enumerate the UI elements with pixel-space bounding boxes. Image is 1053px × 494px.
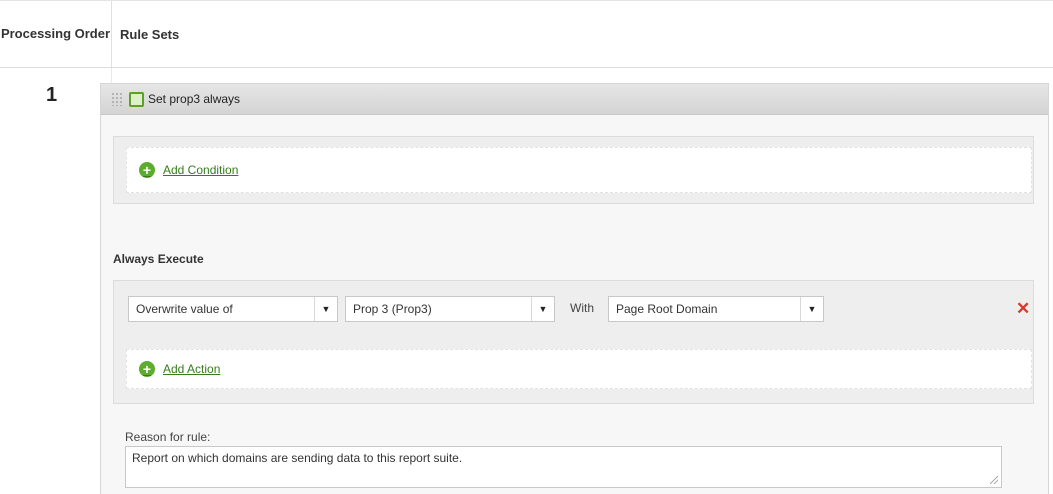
chevron-down-icon: ▼ bbox=[800, 297, 823, 321]
chevron-down-icon: ▼ bbox=[531, 297, 554, 321]
processing-order-header: Processing Order bbox=[0, 1, 112, 67]
operation-select[interactable]: Overwrite value of ▼ bbox=[128, 296, 338, 322]
always-execute-label: Always Execute bbox=[113, 252, 204, 266]
ruleset-title[interactable]: Set prop3 always bbox=[148, 92, 240, 106]
reason-textarea[interactable]: Report on which domains are sending data… bbox=[125, 446, 1002, 488]
processing-order-number: 1 bbox=[46, 84, 58, 106]
actions-area: + Add Action bbox=[126, 349, 1032, 389]
add-action-button[interactable]: + Add Action bbox=[139, 361, 220, 377]
actions-panel: Overwrite value of ▼ Prop 3 (Prop3) ▼ Wi… bbox=[113, 280, 1034, 404]
add-action-label: Add Action bbox=[163, 362, 221, 376]
plus-circle-icon: + bbox=[139, 162, 155, 178]
resize-handle-icon[interactable] bbox=[990, 476, 998, 484]
drag-grip-icon[interactable] bbox=[111, 92, 123, 106]
add-condition-button[interactable]: + Add Condition bbox=[139, 162, 238, 178]
value-select[interactable]: Page Root Domain ▼ bbox=[608, 296, 824, 322]
conditions-area: + Add Condition bbox=[126, 147, 1032, 193]
reason-label: Reason for rule: bbox=[125, 430, 211, 444]
checkbox-icon[interactable] bbox=[129, 92, 144, 107]
with-label: With bbox=[570, 301, 594, 315]
reason-text: Report on which domains are sending data… bbox=[132, 451, 463, 465]
rule-sets-header: Rule Sets bbox=[120, 26, 180, 42]
chevron-down-icon: ▼ bbox=[314, 297, 337, 321]
target-variable-select[interactable]: Prop 3 (Prop3) ▼ bbox=[345, 296, 555, 322]
close-x-icon[interactable]: ✕ bbox=[1016, 299, 1030, 319]
table-header: Processing Order Rule Sets bbox=[0, 0, 1053, 68]
add-condition-label: Add Condition bbox=[163, 163, 239, 177]
conditions-panel: + Add Condition bbox=[113, 136, 1034, 204]
plus-circle-icon: + bbox=[139, 361, 155, 377]
ruleset-title-bar[interactable]: Set prop3 always bbox=[101, 84, 1048, 115]
ruleset-panel: Set prop3 always + Add Condition Always … bbox=[100, 83, 1049, 494]
value-value: Page Root Domain bbox=[616, 302, 718, 316]
operation-value: Overwrite value of bbox=[136, 302, 233, 316]
target-value: Prop 3 (Prop3) bbox=[353, 302, 432, 316]
